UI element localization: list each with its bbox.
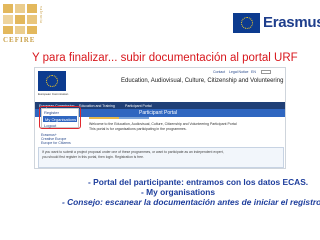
welcome-text: Welcome to the Education, Audiovisual, C… bbox=[89, 122, 237, 126]
eu-commission-logo bbox=[38, 71, 66, 91]
erasmus-brand-text: Erasmus+ bbox=[263, 14, 320, 31]
highlight-outline bbox=[39, 106, 81, 129]
search-box[interactable] bbox=[261, 70, 271, 74]
eu-flag-icon bbox=[233, 13, 260, 33]
registration-notice: If you want to submit a project proposal… bbox=[38, 147, 284, 168]
accent-stripe bbox=[89, 117, 119, 119]
eu-commission-caption: European Commission bbox=[38, 92, 69, 96]
portal-header: European Commission Contact Legal Notice… bbox=[35, 68, 285, 101]
cefire-side-text: valencia bbox=[39, 6, 44, 24]
cefire-name: CEFIRE bbox=[3, 36, 36, 44]
portal-bar-title: Participant Portal bbox=[139, 110, 178, 116]
notice-line: you should first register in this portal… bbox=[42, 155, 144, 159]
bullet-my-organisations: - My organisations bbox=[141, 187, 215, 197]
side-link-europe-for-citizens[interactable]: Europe for Citizens bbox=[41, 141, 71, 145]
slide-title: Y para finalizar... subir documentación … bbox=[32, 52, 298, 64]
bullet-portal-login: - Portal del participante: entramos con … bbox=[88, 177, 309, 187]
nav-education-training[interactable]: Education and Training bbox=[79, 104, 115, 108]
contact-link[interactable]: Contact bbox=[213, 70, 225, 74]
nav-participant-portal[interactable]: Participant Portal bbox=[125, 104, 152, 108]
cefire-logo: valencia CEFIRE bbox=[3, 4, 45, 46]
bullet-scan-tip: - Consejo: escanear la documentación ant… bbox=[62, 197, 320, 207]
legal-notice-link[interactable]: Legal Notice bbox=[229, 70, 248, 74]
participant-portal-screenshot: European Commission Contact Legal Notice… bbox=[34, 67, 286, 169]
intro-text: This portal is for organisations partici… bbox=[89, 127, 187, 131]
cefire-logo-mark bbox=[3, 4, 37, 34]
program-title: Education, Audiovisual, Culture, Citizen… bbox=[121, 78, 284, 84]
accent-stripe bbox=[119, 117, 149, 119]
language-link[interactable]: EN bbox=[251, 70, 256, 74]
